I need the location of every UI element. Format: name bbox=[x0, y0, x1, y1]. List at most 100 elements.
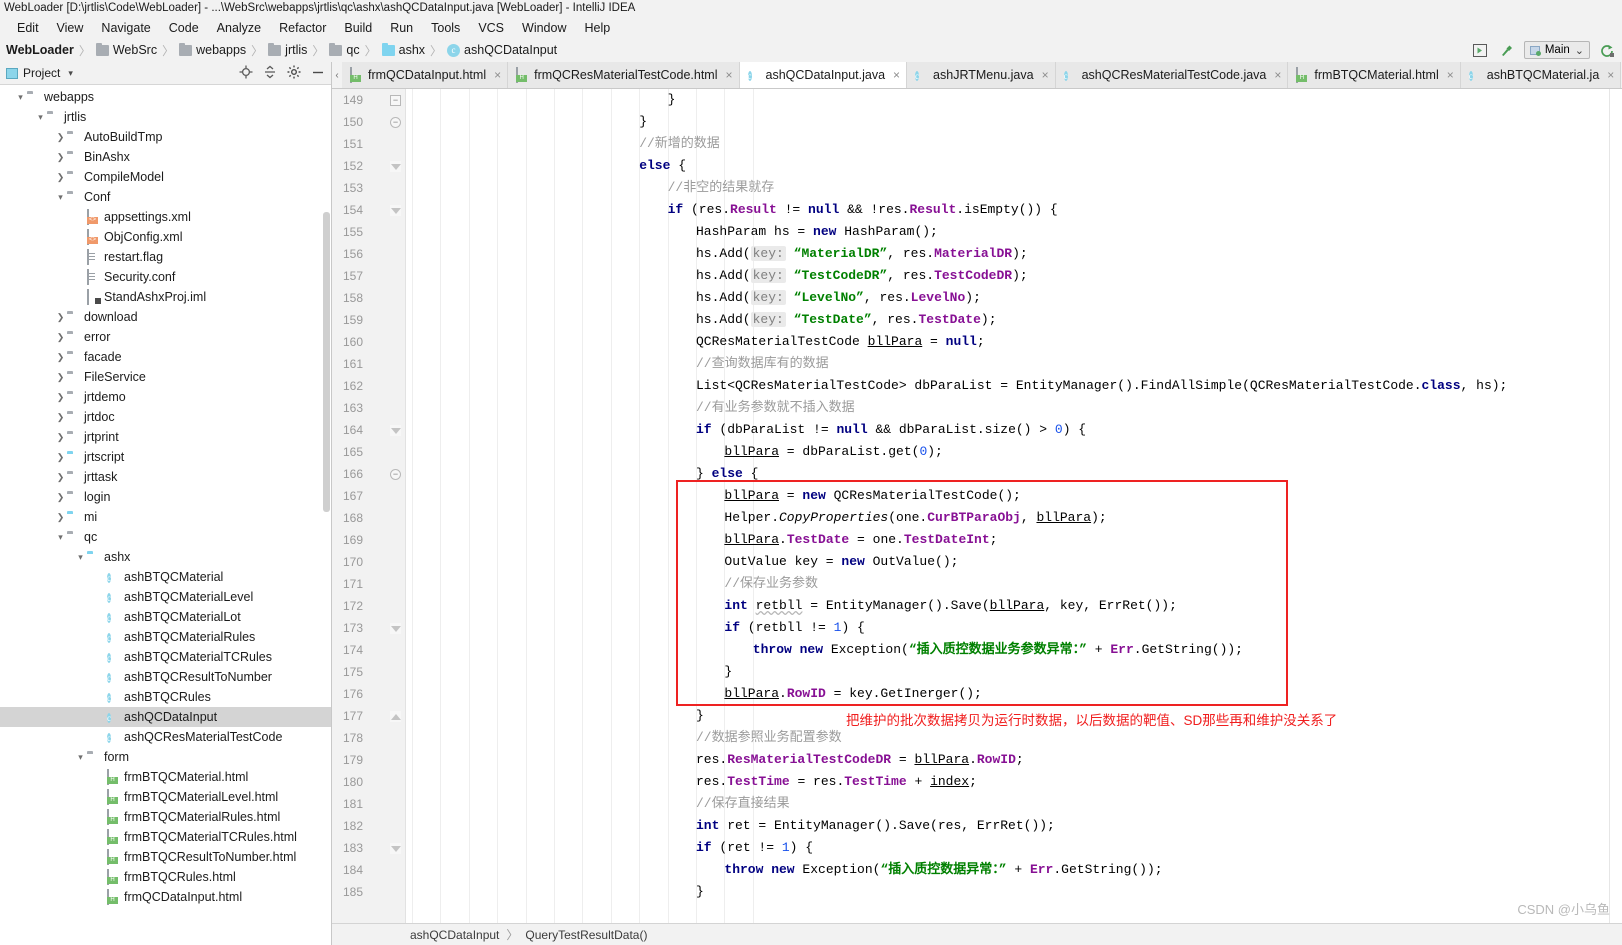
code-line[interactable]: //有业务参数就不插入数据 bbox=[696, 397, 855, 419]
close-icon[interactable]: × bbox=[893, 68, 900, 82]
minimize-icon[interactable] bbox=[311, 65, 325, 82]
collapse-all-icon[interactable] bbox=[263, 65, 277, 82]
fold-collapse-icon[interactable]: − bbox=[390, 469, 401, 480]
chevron-down-icon[interactable]: ▾ bbox=[14, 92, 27, 103]
code-line[interactable]: //查询数据库有的数据 bbox=[696, 353, 829, 375]
chevron-right-icon[interactable]: ❯ bbox=[54, 152, 67, 163]
tree-item-mi[interactable]: ❯ mi bbox=[0, 507, 331, 527]
tree-item-ashx[interactable]: ▾ ashx bbox=[0, 547, 331, 567]
code-content[interactable]: }}//新增的数据 else {//非空的结果就存 if (res.Result !… bbox=[406, 89, 1622, 923]
tree-item-frmBTQCMaterialTCRules.html[interactable]: HfrmBTQCMaterialTCRules.html bbox=[0, 827, 331, 847]
code-line[interactable]: } else { bbox=[696, 463, 758, 485]
chevron-right-icon[interactable]: ❯ bbox=[54, 452, 67, 463]
code-line[interactable]: throw new Exception(“插入质控数据异常：” + Err.Ge… bbox=[724, 859, 1162, 881]
tree-item-FileService[interactable]: ❯ FileService bbox=[0, 367, 331, 387]
tree-item-StandAshxProj.iml[interactable]: StandAshxProj.iml bbox=[0, 287, 331, 307]
code-line[interactable]: hs.Add(key: “TestCodeDR”, res.TestCodeDR… bbox=[696, 265, 1028, 287]
tree-item-frmBTQCResultToNumber.html[interactable]: HfrmBTQCResultToNumber.html bbox=[0, 847, 331, 867]
menu-item-vcs[interactable]: VCS bbox=[469, 18, 513, 38]
project-tree-scrollbar[interactable] bbox=[323, 212, 330, 512]
menu-item-view[interactable]: View bbox=[48, 18, 93, 38]
code-line[interactable]: hs.Add(key: “MaterialDR”, res.MaterialDR… bbox=[696, 243, 1028, 265]
error-stripe-marker[interactable] bbox=[1609, 89, 1622, 923]
project-panel-title-group[interactable]: Project ▾ bbox=[6, 66, 73, 80]
close-icon[interactable]: × bbox=[726, 68, 733, 82]
code-line[interactable]: bllPara.RowID = key.GetInerger(); bbox=[724, 683, 981, 705]
tree-item-frmBTQCMaterialLevel.html[interactable]: HfrmBTQCMaterialLevel.html bbox=[0, 787, 331, 807]
menu-item-build[interactable]: Build bbox=[335, 18, 381, 38]
fold-triangle-icon[interactable] bbox=[390, 425, 401, 436]
tree-item-Conf[interactable]: ▾ Conf bbox=[0, 187, 331, 207]
menu-item-refactor[interactable]: Refactor bbox=[270, 18, 335, 38]
tree-item-AutoBuildTmp[interactable]: ❯ AutoBuildTmp bbox=[0, 127, 331, 147]
chevron-down-icon[interactable]: ▾ bbox=[34, 112, 47, 123]
chevron-right-icon[interactable]: ❯ bbox=[54, 372, 67, 383]
code-line[interactable]: bllPara.TestDate = one.TestDateInt; bbox=[724, 529, 997, 551]
editor-tab-ashBTQCMaterial.ja[interactable]: c ashBTQCMaterial.ja × bbox=[1460, 62, 1622, 88]
breadcrumb-item-qc[interactable]: qc bbox=[329, 42, 360, 57]
editor-gutter[interactable]: 149 − 150 − 151 152 153 154 155 156 157 158 159 160 16… bbox=[332, 89, 406, 923]
editor-tab-ashQCResMaterialTestCode.java[interactable]: c ashQCResMaterialTestCode.java × bbox=[1055, 62, 1289, 88]
tree-item-facade[interactable]: ❯ facade bbox=[0, 347, 331, 367]
fold-triangle-icon[interactable] bbox=[390, 623, 401, 634]
chevron-down-icon[interactable]: ▾ bbox=[74, 752, 87, 763]
settings-gear-icon[interactable] bbox=[287, 65, 301, 82]
tree-item-BinAshx[interactable]: ❯ BinAshx bbox=[0, 147, 331, 167]
menu-item-help[interactable]: Help bbox=[575, 18, 619, 38]
code-line[interactable]: //保存业务参数 bbox=[724, 573, 818, 595]
tree-item-jrtlis[interactable]: ▾ jrtlis bbox=[0, 107, 331, 127]
chevron-right-icon[interactable]: ❯ bbox=[54, 512, 67, 523]
breadcrumb-item-webapps[interactable]: webapps bbox=[179, 42, 246, 57]
status-crumb-class[interactable]: ashQCDataInput bbox=[410, 928, 499, 942]
tree-item-webapps[interactable]: ▾ webapps bbox=[0, 87, 331, 107]
chevron-right-icon[interactable]: ❯ bbox=[54, 412, 67, 423]
tree-item-ObjConfig.xml[interactable]: <> ObjConfig.xml bbox=[0, 227, 331, 247]
tree-item-restart.flag[interactable]: restart.flag bbox=[0, 247, 331, 267]
code-line[interactable]: List<QCResMaterialTestCode> dbParaList =… bbox=[696, 375, 1507, 397]
close-icon[interactable]: × bbox=[1607, 68, 1614, 82]
breadcrumb-item-WebLoader[interactable]: WebLoader bbox=[6, 43, 74, 57]
status-crumb-method[interactable]: QueryTestResultData() bbox=[525, 928, 647, 942]
editor-tab-ashJRTMenu.java[interactable]: c ashJRTMenu.java × bbox=[907, 62, 1056, 88]
code-line[interactable]: } bbox=[668, 89, 676, 111]
code-line[interactable]: throw new Exception(“插入质控数据业务参数异常：” + Er… bbox=[753, 639, 1243, 661]
code-line[interactable]: int retbll = EntityManager().Save(bllPar… bbox=[724, 595, 1177, 617]
locate-icon[interactable] bbox=[239, 65, 253, 82]
fold-collapse-icon[interactable]: − bbox=[390, 95, 401, 106]
tree-item-form[interactable]: ▾ form bbox=[0, 747, 331, 767]
editor-tab-frmBTQCMaterial.html[interactable]: HfrmBTQCMaterial.html × bbox=[1288, 62, 1461, 88]
code-line[interactable]: else { bbox=[639, 155, 686, 177]
tree-item-ashBTQCMaterialLevel[interactable]: c ashBTQCMaterialLevel bbox=[0, 587, 331, 607]
close-icon[interactable]: × bbox=[1042, 68, 1049, 82]
code-line[interactable]: if (retbll != 1) { bbox=[724, 617, 864, 639]
code-line[interactable]: if (ret != 1) { bbox=[696, 837, 813, 859]
editor-tab-frmQCResMaterialTestCode.html[interactable]: HfrmQCResMaterialTestCode.html × bbox=[508, 62, 740, 88]
code-line[interactable]: bllPara = new QCResMaterialTestCode(); bbox=[724, 485, 1020, 507]
chevron-down-icon[interactable]: ▾ bbox=[74, 552, 87, 563]
chevron-right-icon[interactable]: ❯ bbox=[54, 332, 67, 343]
code-editor[interactable]: 149 − 150 − 151 152 153 154 155 156 157 158 159 160 16… bbox=[332, 89, 1622, 923]
editor-tab-frmQCDataInput.html[interactable]: HfrmQCDataInput.html × bbox=[342, 62, 509, 88]
code-line[interactable]: } bbox=[696, 705, 704, 727]
code-line[interactable]: //非空的结果就存 bbox=[668, 177, 775, 199]
breadcrumb-item-ashx[interactable]: ashx bbox=[381, 42, 425, 57]
tree-item-Security.conf[interactable]: Security.conf bbox=[0, 267, 331, 287]
code-line[interactable]: int ret = EntityManager().Save(res, ErrR… bbox=[696, 815, 1055, 837]
tree-item-ashBTQCRules[interactable]: c ashBTQCRules bbox=[0, 687, 331, 707]
code-line[interactable]: bllPara = dbParaList.get(0); bbox=[724, 441, 942, 463]
tree-item-jrttask[interactable]: ❯ jrttask bbox=[0, 467, 331, 487]
tree-item-ashBTQCResultToNumber[interactable]: c ashBTQCResultToNumber bbox=[0, 667, 331, 687]
tree-item-jrtprint[interactable]: ❯ jrtprint bbox=[0, 427, 331, 447]
code-line[interactable]: if (res.Result != null && !res.Result.is… bbox=[668, 199, 1058, 221]
tree-item-ashBTQCMaterial[interactable]: c ashBTQCMaterial bbox=[0, 567, 331, 587]
tree-item-appsettings.xml[interactable]: <> appsettings.xml bbox=[0, 207, 331, 227]
chevron-right-icon[interactable]: ❯ bbox=[54, 472, 67, 483]
menu-item-run[interactable]: Run bbox=[381, 18, 422, 38]
menu-item-window[interactable]: Window bbox=[513, 18, 575, 38]
tree-item-ashBTQCMaterialTCRules[interactable]: c ashBTQCMaterialTCRules bbox=[0, 647, 331, 667]
fold-triangle-icon[interactable] bbox=[390, 843, 401, 854]
rerun-icon[interactable] bbox=[1599, 42, 1616, 59]
code-line[interactable]: res.TestTime = res.TestTime + index; bbox=[696, 771, 977, 793]
chevron-down-icon[interactable]: ▾ bbox=[54, 192, 67, 203]
close-icon[interactable]: × bbox=[494, 68, 501, 82]
